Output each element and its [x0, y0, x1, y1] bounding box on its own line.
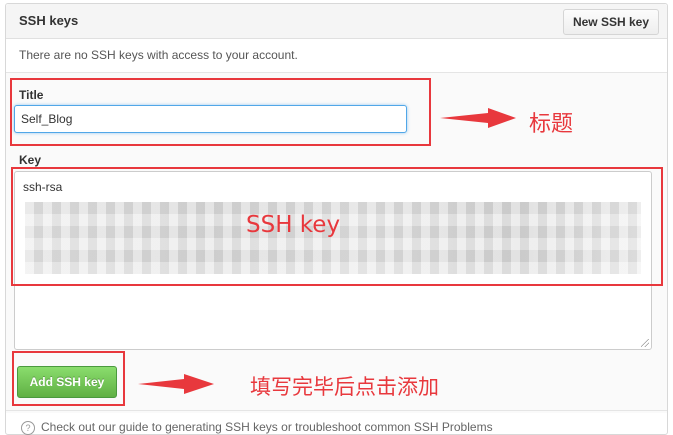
submit-annotation: 填写完毕后点击添加 [250, 375, 439, 399]
title-annotation: 标题 [529, 112, 574, 137]
submit-highlight-box [12, 351, 125, 406]
arrow-icon [440, 108, 516, 128]
panel-title: SSH keys [19, 13, 79, 28]
panel-header: SSH keys New SSH key [6, 4, 667, 39]
key-annotation: SSH key [246, 212, 341, 238]
arrow-icon [138, 374, 214, 394]
help-icon: ? [21, 421, 35, 435]
resize-handle-icon[interactable] [641, 339, 649, 347]
empty-keys-message: There are no SSH keys with access to you… [19, 48, 298, 62]
new-ssh-key-button[interactable]: New SSH key [563, 9, 659, 35]
key-label: Key [19, 153, 42, 167]
divider [6, 410, 667, 411]
help-note: ? Check out our guide to generating SSH k… [21, 420, 493, 435]
help-text: Check out our guide to generating SSH ke… [41, 420, 493, 434]
title-highlight-box [10, 78, 431, 146]
